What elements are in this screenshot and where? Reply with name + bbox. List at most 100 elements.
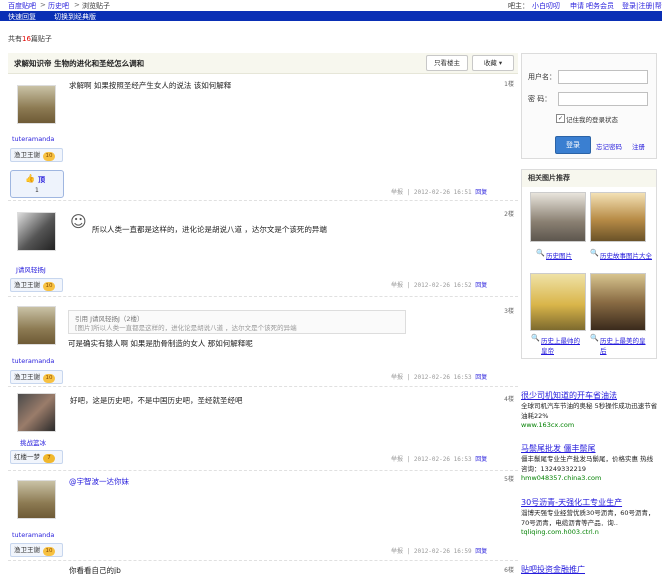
level-number: 10 — [43, 374, 55, 383]
thread-title-bar: 求解知识帝 生物的进化和圣经怎么调和 只看楼主 收藏 ▾ — [8, 53, 518, 74]
quick-reply-link[interactable]: 快速回复 — [8, 12, 36, 22]
count-prefix: 共有 — [8, 35, 22, 43]
ad-url[interactable]: www.163cx.com — [521, 421, 659, 429]
breadcrumb-current: 浏览贴子 — [82, 2, 110, 10]
ad-title[interactable]: 很少司机知道的开车省油法 — [521, 390, 659, 401]
picture-caption[interactable]: 历史上最美的皇后 — [600, 335, 650, 355]
post-content: 好吧，这是历史吧，不是中国历史吧，圣经就圣经吧 — [70, 396, 243, 405]
picture-thumbnail[interactable] — [590, 192, 646, 242]
ad-title[interactable]: 30号沥青-天强化工专业生产 — [521, 497, 659, 508]
ad-title[interactable]: 马鬃尾批发 僵丰鬃尾 — [521, 443, 659, 454]
remember-checkbox[interactable]: ✓ — [556, 114, 565, 123]
username[interactable]: tuteramanda — [12, 357, 54, 365]
floor-number: 6楼 — [504, 567, 514, 574]
level-number: 7 — [43, 454, 55, 463]
related-pictures-title: 相关图片推荐 — [522, 170, 656, 187]
picture-thumbnail[interactable] — [590, 273, 646, 331]
post-meta: 举报 | 2012-02-26 16:52 回复 — [391, 282, 488, 289]
apply-link[interactable]: 申请 — [570, 1, 584, 11]
post-time: 2012-02-26 16:53 — [413, 456, 472, 463]
floor-number: 4楼 — [504, 396, 514, 403]
post-meta: 举报 | 2012-02-26 16:53 回复 — [391, 456, 488, 463]
avatar[interactable] — [17, 480, 56, 519]
post-time: 2012-02-26 16:53 — [413, 374, 472, 381]
report-link[interactable]: 举报 — [391, 374, 403, 381]
username-label: 用户名： — [528, 73, 556, 81]
emoticon-icon: ☺ — [70, 212, 87, 231]
thumbs-up-icon: 👍 — [25, 174, 35, 183]
breadcrumb-home[interactable]: 百度贴吧 — [8, 1, 36, 11]
breadcrumb-forum[interactable]: 历史吧 — [48, 1, 69, 11]
ding-count: 1 — [35, 187, 39, 194]
chevron-down-icon: ▾ — [498, 59, 503, 67]
report-link[interactable]: 举报 — [391, 548, 403, 555]
picture-caption[interactable]: 历史图片 — [546, 250, 572, 260]
ad-description: 淄博天强专业经营优质30号沥青，60号沥青，70号沥青，电缆沥青等产品．询.. — [521, 509, 655, 527]
username-input[interactable] — [558, 70, 648, 84]
blue-toolbar: 快速回复 切换到经典版 — [0, 11, 662, 21]
avatar[interactable] — [17, 306, 56, 345]
login-box: 用户名： 密 码： ✓ 记住我的登录状态 登录 忘记密码 注册 — [521, 53, 657, 159]
search-icon: 🔍 — [590, 249, 599, 257]
picture-thumbnail[interactable] — [530, 273, 586, 331]
collect-button[interactable]: 收藏 ▾ — [472, 55, 514, 71]
avatar[interactable] — [17, 393, 56, 432]
picture-caption[interactable]: 历史上最帅的皇帝 — [541, 335, 585, 355]
ad-url[interactable]: hmw048357.china3.com — [521, 474, 659, 482]
search-icon: 🔍 — [531, 334, 540, 342]
post-content: 求解啊 如果按照圣经产生女人的说法 该如何解释 — [69, 81, 232, 90]
switch-classic-link[interactable]: 切换到经典版 — [54, 12, 96, 22]
only-owner-button[interactable]: 只看楼主 — [426, 55, 468, 71]
report-link[interactable]: 举报 — [391, 189, 403, 196]
search-icon: 🔍 — [536, 249, 545, 257]
username[interactable]: tuteramanda — [12, 531, 54, 539]
password-input[interactable] — [558, 92, 648, 106]
reply-link[interactable]: 回复 — [475, 548, 487, 555]
avatar[interactable] — [17, 85, 56, 124]
level-badge: 渔卫王谢 10 — [10, 278, 63, 292]
ding-button[interactable]: 👍 顶 1 — [10, 170, 64, 198]
avatar[interactable] — [17, 212, 56, 251]
top-bar: 百度贴吧 > 历史吧 > 浏览贴子 吧主： 小白叨叨 申请 吧务会员 登录|注册… — [0, 0, 662, 20]
apply-member-link[interactable]: 吧务会员 — [586, 1, 614, 11]
count-suffix: 篇贴子 — [30, 35, 52, 43]
register-link[interactable]: 注册 — [632, 141, 645, 151]
report-link[interactable]: 举报 — [391, 456, 403, 463]
login-button[interactable]: 登录 — [555, 136, 591, 154]
post-6: 你看看自己的jb 6楼 — [8, 563, 518, 574]
post-count: 共有16篇贴子 — [8, 34, 52, 44]
post-2: J请风轻扬J 渔卫王谢 10 ☺ 所以人类一直都是这样的，进化论是胡说八道 ，达尔… — [8, 204, 518, 297]
floor-number: 1楼 — [504, 81, 514, 88]
report-link[interactable]: 举报 — [391, 282, 403, 289]
post-meta: 举报 | 2012-02-26 16:53 回复 — [391, 374, 488, 381]
post-content: 所以人类一直都是这样的，进化论是胡说八道 ，达尔文是个该死的异端 — [92, 225, 327, 234]
picture-caption[interactable]: 历史故事图片大全 — [600, 250, 652, 260]
floor-number: 3楼 — [504, 308, 514, 315]
ad-url[interactable]: tqliqing.com.h003.ctrl.n — [521, 528, 659, 536]
ad-title[interactable]: 贴吧投资金融推广 — [521, 564, 659, 574]
username[interactable]: J请风轻扬J — [16, 264, 46, 274]
ad-description: 僵丰鬃尾专业生产批发马鬃尾，价格实惠 热线咨询：13249332219 — [521, 455, 654, 473]
owner-link[interactable]: 小白叨叨 — [532, 1, 560, 11]
thread-title: 求解知识帝 生物的进化和圣经怎么调和 — [14, 59, 145, 68]
post-time: 2012-02-26 16:51 — [413, 189, 472, 196]
post-content: 可是确实有猿人啊 如果是肋骨制造的女人 那如何解释呢 — [68, 339, 253, 348]
quote-block: 引用 J请风轻扬J（2楼） [图片]所以人类一直都是这样的，进化论是胡说八道 ，… — [68, 310, 406, 334]
reply-link[interactable]: 回复 — [475, 456, 487, 463]
forgot-password-link[interactable]: 忘记密码 — [596, 141, 622, 151]
password-label: 密 码： — [528, 95, 552, 103]
reply-link[interactable]: 回复 — [475, 189, 487, 196]
sponsored-link: 马鬃尾批发 僵丰鬃尾 僵丰鬃尾专业生产批发马鬃尾，价格实惠 热线咨询：13249… — [521, 443, 659, 482]
picture-thumbnail[interactable] — [530, 192, 586, 242]
sponsored-link: 30号沥青-天强化工专业生产 淄博天强专业经营优质30号沥青，60号沥青，70号… — [521, 497, 659, 536]
quote-body: [图片]所以人类一直都是这样的，进化论是胡说八道 ，达尔文是个该死的异端 — [75, 324, 297, 332]
level-badge: 渔卫王谢 10 — [10, 543, 63, 557]
reply-link[interactable]: 回复 — [475, 374, 487, 381]
reply-link[interactable]: 回复 — [475, 282, 487, 289]
username[interactable]: tuteramanda — [12, 135, 54, 143]
username[interactable]: 挑战篮冰 — [20, 437, 46, 447]
level-badge: 红楼一梦 7 — [10, 450, 63, 464]
divider — [8, 200, 518, 201]
post-content[interactable]: @宇智波一达你妹 — [69, 476, 129, 487]
ding-label: 顶 — [38, 176, 45, 184]
